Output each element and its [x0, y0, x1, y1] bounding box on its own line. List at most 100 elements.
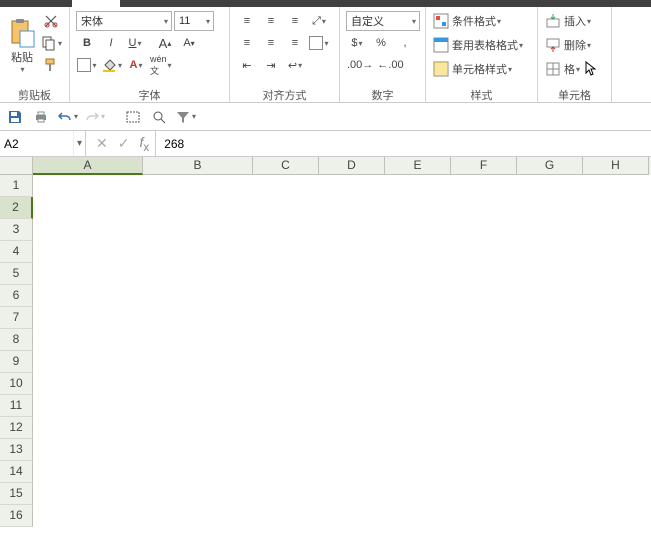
- print-button[interactable]: [30, 107, 52, 127]
- bucket-icon: [101, 57, 117, 73]
- undo-icon: [57, 109, 73, 125]
- indent-dec-button[interactable]: ⇤: [236, 55, 258, 75]
- format-button[interactable]: 格: [544, 59, 605, 79]
- delete-icon: [545, 37, 561, 53]
- formula-input[interactable]: [156, 131, 651, 156]
- underline-button[interactable]: U: [124, 33, 146, 53]
- row-header-9[interactable]: 9: [0, 351, 33, 373]
- align-top-button[interactable]: ≡: [236, 11, 258, 31]
- comma-button[interactable]: ,: [394, 33, 416, 53]
- quick-access-toolbar: [0, 103, 651, 131]
- row-header-7[interactable]: 7: [0, 307, 33, 329]
- row-header-1[interactable]: 1: [0, 175, 33, 197]
- indent-inc-button[interactable]: ⇥: [260, 55, 282, 75]
- row-header-14[interactable]: 14: [0, 461, 33, 483]
- format-painter-button[interactable]: [40, 55, 63, 75]
- align-left-button[interactable]: ≡: [236, 33, 258, 53]
- name-box: ▾: [0, 131, 86, 156]
- merge-button[interactable]: [308, 33, 330, 53]
- paste-label: 粘贴: [11, 49, 33, 65]
- row-header-6[interactable]: 6: [0, 285, 33, 307]
- row-header-2[interactable]: 2: [0, 197, 33, 219]
- group-styles: 条件格式 套用表格格式 单元格样式 样式: [426, 7, 538, 103]
- row-header-15[interactable]: 15: [0, 483, 33, 505]
- col-header-C[interactable]: C: [253, 157, 319, 175]
- fx-button[interactable]: fx: [139, 134, 149, 154]
- col-header-E[interactable]: E: [385, 157, 451, 175]
- copy-icon: [41, 35, 57, 51]
- dec-decimal-button[interactable]: ←.00: [376, 55, 404, 75]
- group-label-clipboard: 剪贴板: [6, 87, 63, 101]
- merge-icon: [309, 36, 323, 50]
- row-header-12[interactable]: 12: [0, 417, 33, 439]
- row-header-8[interactable]: 8: [0, 329, 33, 351]
- cut-button[interactable]: [40, 11, 63, 31]
- undo-button[interactable]: [56, 107, 79, 127]
- fill-color-button[interactable]: [100, 55, 123, 75]
- table-format-button[interactable]: 套用表格格式: [432, 35, 531, 55]
- row-header-5[interactable]: 5: [0, 263, 33, 285]
- group-font: 宋体 11 B I U A▴ A▾ A wén文 字体: [70, 7, 230, 103]
- number-format-select[interactable]: 自定义: [346, 11, 420, 31]
- font-size-select[interactable]: 11: [174, 11, 214, 31]
- font-color-button[interactable]: A: [125, 55, 147, 75]
- delete-button[interactable]: 删除: [544, 35, 605, 55]
- save-button[interactable]: [4, 107, 26, 127]
- screenshot-icon: [125, 109, 141, 125]
- row-header-16[interactable]: 16: [0, 505, 33, 527]
- phonetic-button[interactable]: wén文: [149, 55, 173, 75]
- cell-style-button[interactable]: 单元格样式: [432, 59, 531, 79]
- group-label-styles: 样式: [432, 87, 531, 101]
- cursor-icon: [585, 61, 597, 77]
- col-header-F[interactable]: F: [451, 157, 517, 175]
- col-header-B[interactable]: B: [143, 157, 253, 175]
- table-format-icon: [433, 37, 449, 53]
- align-bottom-button[interactable]: ≡: [284, 11, 306, 31]
- enter-formula-button[interactable]: ✓: [118, 135, 130, 152]
- conditional-format-button[interactable]: 条件格式: [432, 11, 531, 31]
- brush-icon: [43, 57, 59, 73]
- ribbon: 粘贴 剪贴板 宋体 11 B I U A▴ A▾: [0, 0, 651, 103]
- name-box-input[interactable]: [0, 133, 73, 155]
- cell-style-icon: [433, 61, 449, 77]
- col-header-H[interactable]: H: [583, 157, 649, 175]
- row-header-10[interactable]: 10: [0, 373, 33, 395]
- row-header-3[interactable]: 3: [0, 219, 33, 241]
- cond-format-icon: [433, 13, 449, 29]
- col-header-G[interactable]: G: [517, 157, 583, 175]
- bold-button[interactable]: B: [76, 33, 98, 53]
- row-header-13[interactable]: 13: [0, 439, 33, 461]
- name-box-dropdown[interactable]: ▾: [73, 131, 85, 156]
- col-header-A[interactable]: A: [33, 157, 143, 175]
- orientation-button[interactable]: ⤢: [308, 11, 330, 31]
- wrap-text-button[interactable]: ↩: [284, 55, 306, 75]
- group-label-font: 字体: [76, 87, 223, 101]
- row-header-4[interactable]: 4: [0, 241, 33, 263]
- inc-decimal-button[interactable]: .00→: [346, 55, 374, 75]
- search-icon: [151, 109, 167, 125]
- filter-button[interactable]: [174, 107, 197, 127]
- group-alignment: ≡ ≡ ≡ ⤢ ≡ ≡ ≡ ⇤ ⇥ ↩ 对齐方式: [230, 7, 340, 103]
- font-name-select[interactable]: 宋体: [76, 11, 172, 31]
- cancel-formula-button[interactable]: ✕: [96, 135, 108, 152]
- border-button[interactable]: [76, 55, 98, 75]
- accounting-button[interactable]: $: [346, 33, 368, 53]
- insert-button[interactable]: 插入: [544, 11, 605, 31]
- copy-button[interactable]: [40, 33, 63, 53]
- font-grow-button[interactable]: A▴: [154, 33, 176, 53]
- align-right-button[interactable]: ≡: [284, 33, 306, 53]
- align-middle-button[interactable]: ≡: [260, 11, 282, 31]
- print-icon: [33, 109, 49, 125]
- align-center-button[interactable]: ≡: [260, 33, 282, 53]
- find-button[interactable]: [148, 107, 170, 127]
- row-header-11[interactable]: 11: [0, 395, 33, 417]
- scissors-icon: [43, 13, 59, 29]
- col-header-D[interactable]: D: [319, 157, 385, 175]
- redo-button[interactable]: [83, 107, 106, 127]
- group-clipboard: 粘贴 剪贴板: [0, 7, 70, 103]
- screenshot-button[interactable]: [122, 107, 144, 127]
- italic-button[interactable]: I: [100, 33, 122, 53]
- percent-button[interactable]: %: [370, 33, 392, 53]
- paste-button[interactable]: 粘贴: [6, 11, 38, 79]
- font-shrink-button[interactable]: A▾: [178, 33, 200, 53]
